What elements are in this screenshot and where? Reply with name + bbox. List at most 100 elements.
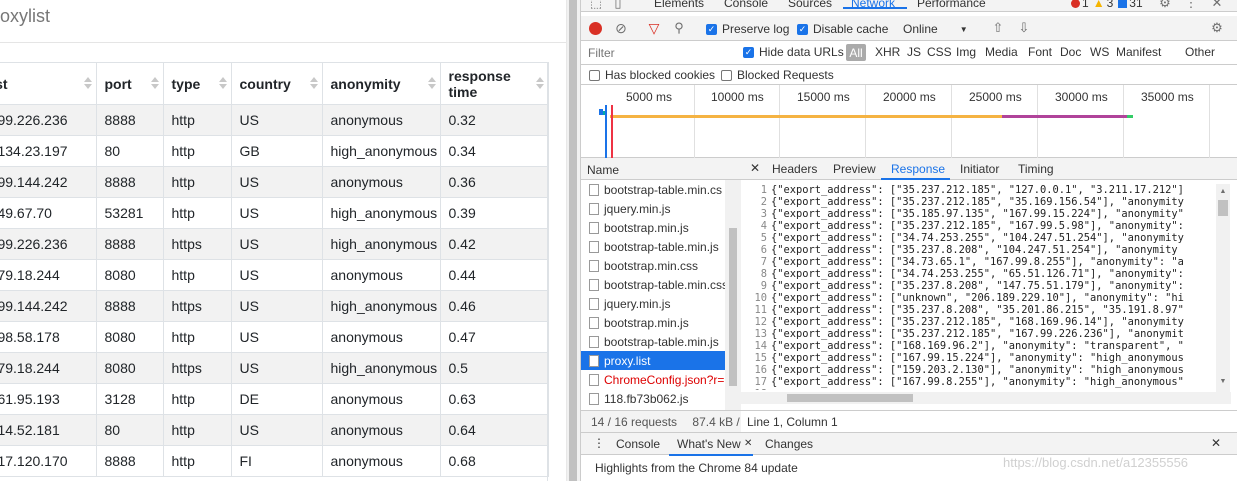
table-row: 67.99.226.2368888httpsUShigh_anonymous0.… <box>0 228 549 260</box>
device-toggle-icon[interactable]: ▯ <box>611 0 625 10</box>
more-options-icon[interactable]: ⋮ <box>1185 0 1198 10</box>
request-row[interactable]: bootstrap-table.min.css <box>581 275 725 294</box>
code-text: {"export_address": ["35.237.212.185", "1… <box>771 328 1184 340</box>
sort-icon[interactable] <box>309 77 318 89</box>
request-row[interactable]: bootstrap-table.min.cs <box>581 180 725 199</box>
request-row[interactable]: jquery.min.js <box>581 199 725 218</box>
filter-input[interactable] <box>584 43 732 62</box>
issue-counter[interactable]: 1 ▲ 3 31 <box>1071 0 1143 10</box>
record-icon[interactable] <box>589 22 602 35</box>
response-horizontal-thumb[interactable] <box>787 394 913 402</box>
request-row[interactable]: 118.fb73b062.js <box>581 389 725 408</box>
column-header[interactable]: type <box>163 62 232 105</box>
network-overview[interactable]: 5000 ms 10000 ms 15000 ms 20000 ms 25000 ms 3… <box>581 85 1237 158</box>
hide-data-urls-checkbox[interactable]: ✓ Hide data URLs <box>743 45 844 59</box>
drawer-tab-whats-new[interactable]: What's New <box>677 437 741 451</box>
close-details-icon[interactable]: ✕ <box>750 161 760 175</box>
request-row[interactable]: bootstrap.min.js <box>581 218 725 237</box>
tab-preview[interactable]: Preview <box>833 162 876 176</box>
filter-type-ws[interactable]: WS <box>1090 45 1109 59</box>
page-scrollbar-thumb[interactable] <box>569 0 577 481</box>
column-header-label: type <box>171 75 201 92</box>
request-row[interactable]: bootstrap.min.js <box>581 313 725 332</box>
filter-icon[interactable]: ▽ <box>646 20 662 36</box>
table-cell: anonymous <box>322 104 441 136</box>
filter-type-other[interactable]: Other <box>1185 45 1215 59</box>
scroll-up-icon[interactable]: ▲ <box>1217 185 1229 197</box>
request-row[interactable]: bootstrap-table.min.js <box>581 237 725 256</box>
response-body[interactable]: 1 {"export_address": ["35.237.212.185", "… <box>741 184 1214 390</box>
network-settings-icon[interactable]: ⚙ <box>1209 20 1225 36</box>
close-devtools-icon[interactable]: ✕ <box>1210 0 1224 10</box>
table-cell: 2.179.18.244 <box>0 352 97 384</box>
column-header[interactable]: anonymity <box>322 62 441 105</box>
filter-type-doc[interactable]: Doc <box>1060 45 1081 59</box>
column-header[interactable]: country <box>231 62 323 105</box>
filter-type-xhr[interactable]: XHR <box>875 45 900 59</box>
column-header[interactable]: response time <box>440 62 549 105</box>
file-icon <box>589 202 599 215</box>
clear-icon[interactable]: ⊘ <box>613 20 629 36</box>
request-row[interactable]: proxy.list <box>581 351 725 370</box>
name-column-header[interactable]: Name <box>581 158 741 180</box>
drawer-tab-changes[interactable]: Changes <box>765 437 813 451</box>
column-header[interactable]: port <box>96 62 164 105</box>
inspect-icon[interactable]: ⬚ <box>589 0 603 10</box>
tab-headers[interactable]: Headers <box>772 162 817 176</box>
request-row[interactable]: jquery.min.js <box>581 294 725 313</box>
preserve-log-checkbox[interactable]: ✓ Preserve log <box>706 22 789 36</box>
drawer-tab-console[interactable]: Console <box>616 437 660 451</box>
sort-icon[interactable] <box>218 77 227 89</box>
close-drawer-icon[interactable]: ✕ <box>1211 436 1221 450</box>
column-header[interactable]: host <box>0 62 97 105</box>
table-cell: https <box>163 228 232 260</box>
filter-type-font[interactable]: Font <box>1028 45 1052 59</box>
table-cell: 3.249.67.70 <box>0 197 97 229</box>
tab-console[interactable]: Console <box>724 0 768 10</box>
sort-icon[interactable] <box>535 77 544 89</box>
tab-sources[interactable]: Sources <box>788 0 832 10</box>
table-cell: anonymous <box>322 414 441 446</box>
sort-icon[interactable] <box>83 77 92 89</box>
request-row[interactable]: ChromeConfig.json?r= <box>581 370 725 389</box>
search-icon[interactable]: ⚲ <box>671 20 687 36</box>
sort-icon[interactable] <box>427 77 436 89</box>
filter-type-media[interactable]: Media <box>985 45 1018 59</box>
table-cell: US <box>231 321 323 353</box>
filter-all-button[interactable]: All <box>846 44 866 61</box>
checkbox-checked-icon: ✓ <box>797 23 808 35</box>
settings-icon[interactable]: ⚙ <box>1158 0 1172 10</box>
close-tab-icon[interactable]: ✕ <box>744 438 752 449</box>
filter-type-css[interactable]: CSS <box>927 45 952 59</box>
code-line: 13 {"export_address": ["35.237.212.185", … <box>741 328 1214 340</box>
tab-performance[interactable]: Performance <box>917 0 986 10</box>
table-cell: https <box>163 352 232 384</box>
info-icon <box>1118 0 1128 8</box>
tab-elements[interactable]: Elements <box>654 0 704 10</box>
tab-timing[interactable]: Timing <box>1018 162 1054 176</box>
export-har-icon[interactable]: ⇩ <box>1017 20 1031 36</box>
table-cell: 5.217.120.170 <box>0 445 97 477</box>
line-number: 11 <box>754 304 767 316</box>
table-cell: high_anonymous <box>322 290 441 322</box>
has-blocked-cookies-checkbox[interactable]: Has blocked cookies <box>589 68 715 82</box>
drawer-menu-icon[interactable]: ⋮ <box>593 436 605 450</box>
tab-response[interactable]: Response <box>891 162 945 176</box>
sort-icon[interactable] <box>150 77 159 89</box>
filter-type-img[interactable]: Img <box>956 45 976 59</box>
table-cell: 8888 <box>96 445 164 477</box>
tab-initiator[interactable]: Initiator <box>960 162 999 176</box>
disable-cache-checkbox[interactable]: ✓ Disable cache <box>797 22 888 36</box>
code-text: {"export_address": ["167.99.8.255"], "an… <box>771 376 1184 388</box>
blocked-requests-checkbox[interactable]: Blocked Requests <box>721 68 834 82</box>
request-row[interactable]: bootstrap.min.css <box>581 256 725 275</box>
request-row[interactable]: bootstrap-table.min.js <box>581 332 725 351</box>
filter-type-js[interactable]: JS <box>907 45 921 59</box>
throttling-select[interactable]: Online ▼ <box>903 22 968 36</box>
import-har-icon[interactable]: ⇧ <box>991 20 1005 36</box>
filter-type-manifest[interactable]: Manifest <box>1116 45 1161 59</box>
requests-scrollbar-thumb[interactable] <box>729 228 737 386</box>
checkbox-checked-icon: ✓ <box>706 23 717 35</box>
scroll-down-icon[interactable]: ▼ <box>1217 375 1229 387</box>
response-vertical-thumb[interactable] <box>1218 200 1228 216</box>
